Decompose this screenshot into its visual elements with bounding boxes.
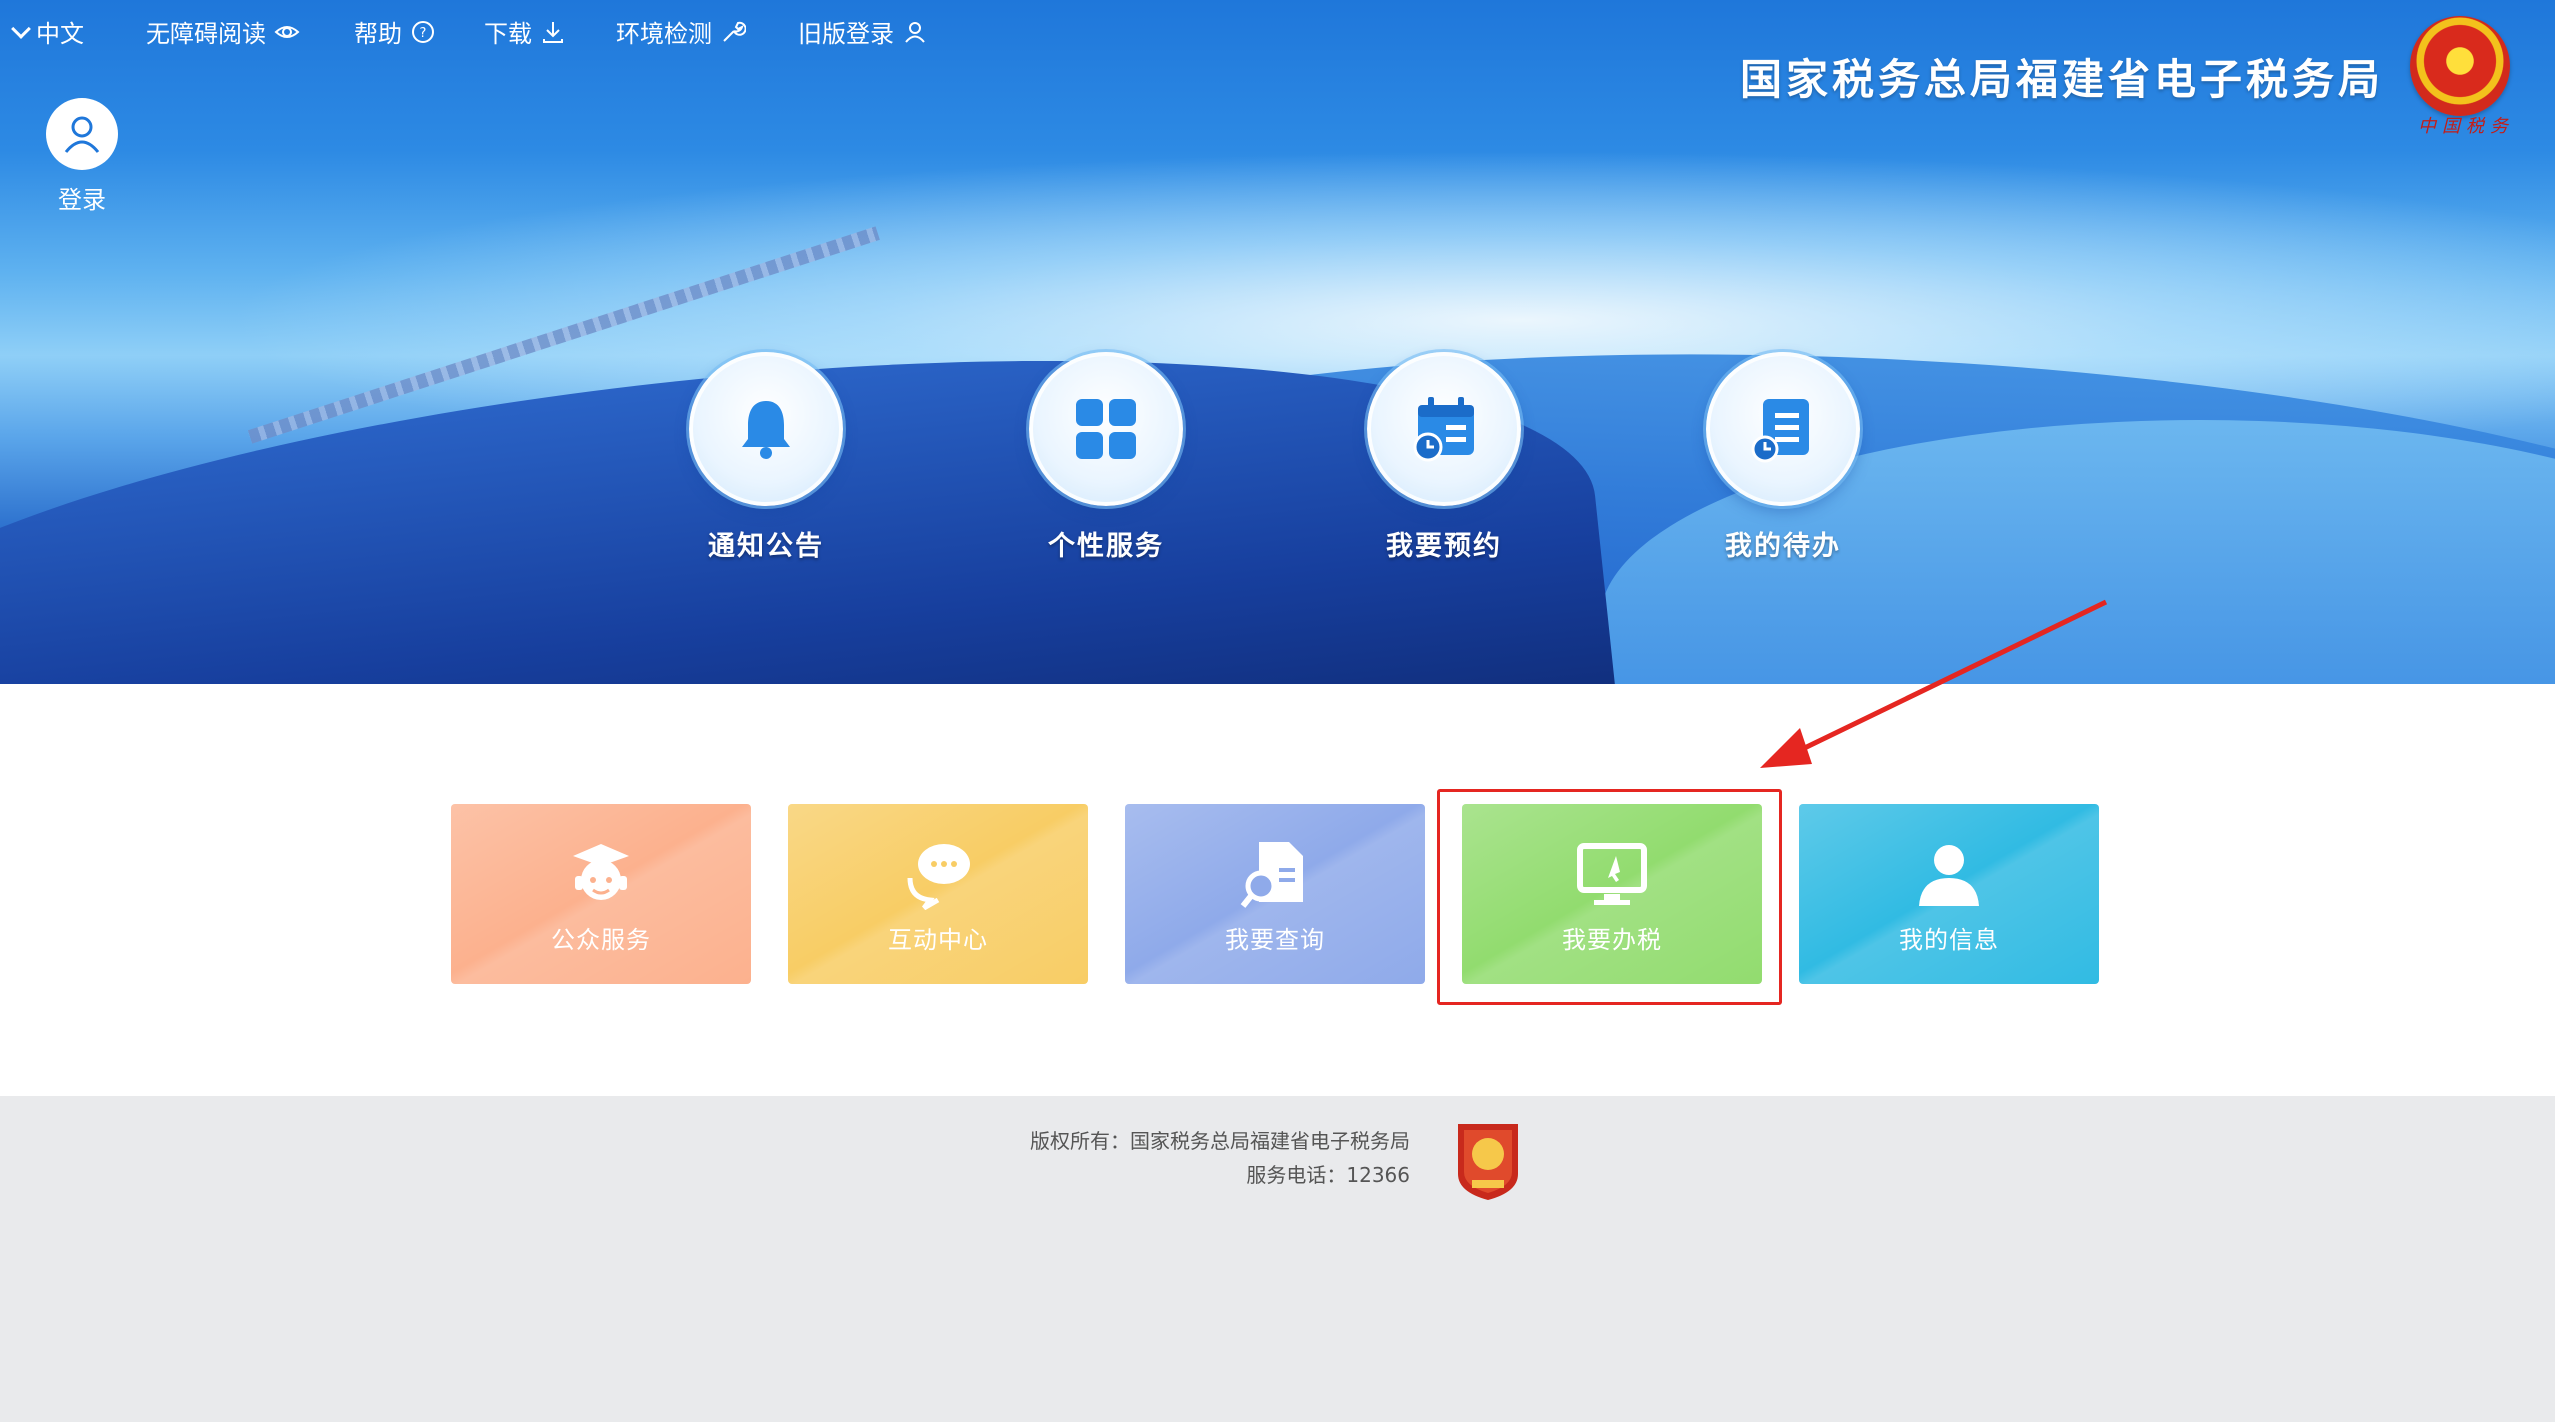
my-info-label: 我的信息	[1899, 925, 1999, 954]
login-label: 登录	[58, 186, 106, 214]
notice-menu-item[interactable]: 通知公告	[666, 352, 866, 563]
grid-icon	[1076, 399, 1136, 459]
public-service-tile[interactable]: 公众服务	[451, 804, 751, 984]
notice-circle	[689, 352, 843, 506]
question-circle-icon: ?	[412, 20, 434, 43]
query-tile[interactable]: 我要查询	[1125, 804, 1425, 984]
calendar-clock-icon	[1413, 397, 1474, 462]
my-info-tile[interactable]: 我的信息	[1799, 804, 2099, 984]
party-badge-icon	[1458, 1124, 1518, 1200]
appointment-label: 我要预约	[1386, 531, 1502, 562]
avatar	[46, 98, 118, 170]
svg-text:?: ?	[420, 26, 427, 41]
interaction-center-tile[interactable]: 互动中心	[788, 804, 1088, 984]
env-check-label: 环境检测	[616, 20, 712, 48]
help-label: 帮助	[354, 20, 402, 48]
download-label: 下载	[484, 20, 532, 48]
service-person-icon	[561, 834, 641, 914]
language-switch[interactable]: 中文	[11, 14, 84, 49]
personal-service-menu-item[interactable]: 个性服务	[1006, 352, 1206, 563]
highlight-box	[1437, 789, 1782, 1005]
download-icon	[543, 21, 563, 43]
language-label: 中文	[36, 20, 84, 48]
todo-menu-item[interactable]: 我的待办	[1683, 352, 1883, 563]
appointment-circle	[1367, 352, 1521, 506]
user-icon	[1909, 834, 1989, 914]
hotline-text: 服务电话：12366	[1246, 1163, 1410, 1187]
page-title: 国家税务总局福建省电子税务局	[1740, 55, 2385, 104]
todo-list-icon	[1751, 399, 1809, 463]
query-label: 我要查询	[1225, 925, 1325, 954]
user-outline-icon	[905, 21, 925, 43]
public-service-label: 公众服务	[551, 925, 651, 954]
login-button[interactable]: 登录	[43, 98, 121, 215]
eye-icon	[274, 25, 300, 38]
wrench-icon	[723, 21, 746, 42]
footer-text: 版权所有：国家税务总局福建省电子税务局 服务电话：12366	[1020, 1124, 1410, 1192]
help-link[interactable]: 帮助 ?	[354, 14, 436, 49]
personal-service-label: 个性服务	[1048, 531, 1164, 562]
copyright-text: 版权所有：国家税务总局福建省电子税务局	[1030, 1129, 1410, 1153]
tax-emblem-icon	[2410, 16, 2510, 116]
todo-label: 我的待办	[1725, 531, 1841, 562]
user-icon	[64, 116, 100, 153]
accessibility-label: 无障碍阅读	[146, 20, 266, 48]
old-login-label: 旧版登录	[798, 20, 894, 48]
notice-label: 通知公告	[708, 531, 824, 562]
env-check-link[interactable]: 环境检测	[616, 14, 746, 49]
emblem-caption: 中国税务	[2418, 116, 2514, 137]
red-arrow-annotation	[1760, 599, 2108, 768]
document-search-icon	[1235, 834, 1315, 914]
old-login-link[interactable]: 旧版登录	[798, 14, 928, 49]
chevron-down-icon	[11, 18, 31, 39]
appointment-menu-item[interactable]: 我要预约	[1344, 352, 1544, 563]
download-link[interactable]: 下载	[484, 14, 566, 49]
bell-icon	[742, 401, 790, 459]
top-bar: 中文 无障碍阅读 帮助 ? 下载 环境检测 旧版登录	[0, 0, 1000, 58]
personal-service-circle	[1029, 352, 1183, 506]
todo-circle	[1706, 352, 1860, 506]
interaction-center-label: 互动中心	[888, 925, 988, 954]
chat-bubbles-icon	[898, 834, 978, 914]
accessibility-link[interactable]: 无障碍阅读	[146, 14, 300, 49]
